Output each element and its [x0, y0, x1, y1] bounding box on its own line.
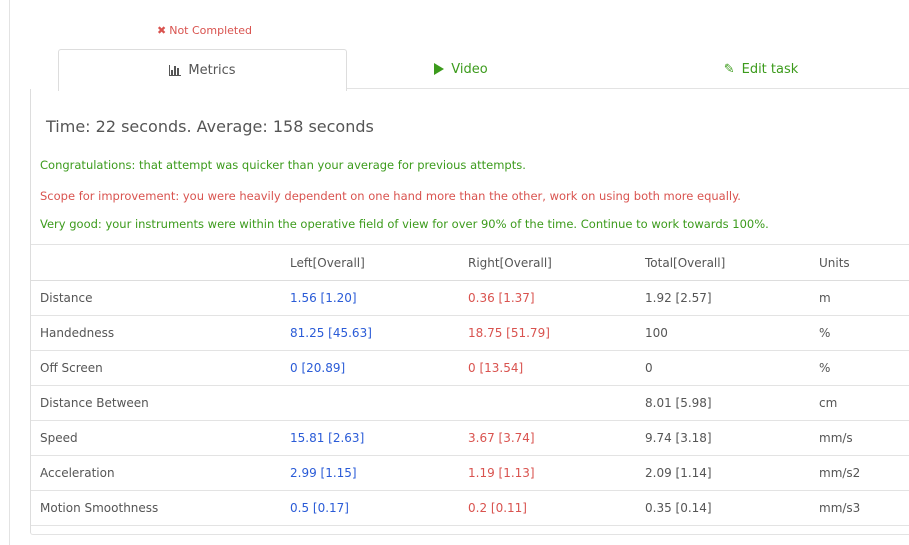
page-left-rule — [9, 0, 10, 545]
unit: m — [819, 280, 909, 316]
bar-chart-icon — [169, 65, 182, 76]
metric-name: Distance Between — [31, 385, 290, 421]
table-row: Off Screen 0 [20.89] 0 [13.54] 0 % — [31, 350, 909, 386]
table-row: Handedness 81.25 [45.63] 18.75 [51.79] 1… — [31, 315, 909, 351]
total-value: 0.35 [0.14] — [645, 490, 819, 526]
metric-name: Handedness — [31, 315, 290, 351]
left-value: 1.56 [1.20] — [290, 280, 468, 316]
column-header-metric — [31, 244, 290, 281]
unit: cm — [819, 385, 909, 421]
table-row: Distance 1.56 [1.20] 0.36 [1.37] 1.92 [2… — [31, 280, 909, 316]
metrics-panel: Time: 22 seconds. Average: 158 seconds C… — [30, 89, 909, 535]
tab-video[interactable]: Video — [346, 49, 576, 89]
total-value: 0 — [645, 350, 819, 386]
column-header-total: Total[Overall] — [645, 244, 819, 281]
right-value: 0.2 [0.11] — [468, 490, 645, 526]
time-summary: Time: 22 seconds. Average: 158 seconds — [46, 117, 374, 136]
tab-metrics[interactable]: Metrics — [58, 49, 347, 91]
tab-metrics-label: Metrics — [188, 63, 236, 78]
right-value: 1.19 [1.13] — [468, 455, 645, 491]
table-row: Speed 15.81 [2.63] 3.67 [3.74] 9.74 [3.1… — [31, 420, 909, 456]
unit: % — [819, 350, 909, 386]
metric-name: Distance — [31, 280, 290, 316]
unit: % — [819, 315, 909, 351]
left-value: 0.5 [0.17] — [290, 490, 468, 526]
unit: mm/s — [819, 420, 909, 456]
right-value: 3.67 [3.74] — [468, 420, 645, 456]
total-value: 100 — [645, 315, 819, 351]
right-value — [468, 385, 645, 421]
right-value: 0 [13.54] — [468, 350, 645, 386]
tab-edit-task[interactable]: ✎ Edit task — [646, 49, 876, 89]
total-value: 9.74 [3.18] — [645, 420, 819, 456]
left-value — [290, 385, 468, 421]
column-header-units: Units — [819, 244, 909, 281]
metrics-table: Left[Overall] Right[Overall] Total[Overa… — [31, 244, 909, 526]
table-row: Motion Smoothness 0.5 [0.17] 0.2 [0.11] … — [31, 490, 909, 526]
left-value: 0 [20.89] — [290, 350, 468, 386]
unit: mm/s3 — [819, 490, 909, 526]
total-value: 2.09 [1.14] — [645, 455, 819, 491]
right-value: 0.36 [1.37] — [468, 280, 645, 316]
play-icon — [434, 63, 445, 75]
x-icon: ✖ — [157, 24, 167, 37]
tab-video-label: Video — [451, 61, 488, 77]
feedback-message-handedness: Scope for improvement: you were heavily … — [40, 189, 741, 203]
right-value: 18.75 [51.79] — [468, 315, 645, 351]
left-value: 15.81 [2.63] — [290, 420, 468, 456]
unit: mm/s2 — [819, 455, 909, 491]
table-row: Acceleration 2.99 [1.15] 1.19 [1.13] 2.0… — [31, 455, 909, 491]
tab-bar: Metrics Video ✎ Edit task — [58, 49, 909, 91]
metric-name: Acceleration — [31, 455, 290, 491]
feedback-message-field-of-view: Very good: your instruments were within … — [40, 217, 769, 231]
column-header-left: Left[Overall] — [290, 244, 468, 281]
left-value: 81.25 [45.63] — [290, 315, 468, 351]
tab-edit-task-label: Edit task — [741, 61, 799, 77]
status-label: Not Completed — [169, 24, 252, 37]
metric-name: Speed — [31, 420, 290, 456]
table-row: Distance Between 8.01 [5.98] cm — [31, 385, 909, 421]
total-value: 1.92 [2.57] — [645, 280, 819, 316]
feedback-message-speed: Congratulations: that attempt was quicke… — [40, 158, 526, 172]
left-value: 2.99 [1.15] — [290, 455, 468, 491]
column-header-right: Right[Overall] — [468, 244, 645, 281]
total-value: 8.01 [5.98] — [645, 385, 819, 421]
pencil-icon: ✎ — [723, 61, 735, 77]
table-header-row: Left[Overall] Right[Overall] Total[Overa… — [31, 244, 909, 281]
metric-name: Motion Smoothness — [31, 490, 290, 526]
completion-status: ✖ Not Completed — [157, 24, 252, 37]
metric-name: Off Screen — [31, 350, 290, 386]
